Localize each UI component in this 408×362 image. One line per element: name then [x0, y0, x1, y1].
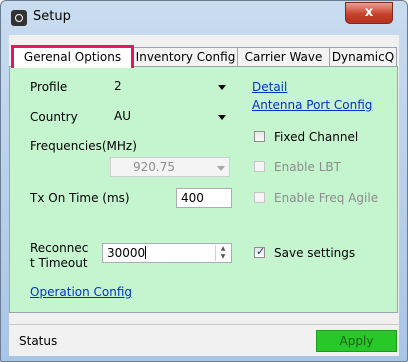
reconnect-timeout-label-line1: Reconnec [30, 241, 89, 255]
chevron-down-icon [218, 85, 226, 90]
client-area: Gerenal Options Inventory Config Carrier… [9, 35, 399, 356]
text-caret [145, 246, 147, 259]
title-bar[interactable]: Setup x [1, 1, 407, 35]
checkbox-box[interactable] [254, 131, 265, 142]
checkbox-box[interactable]: ✓ [254, 245, 266, 258]
tx-on-time-label: Tx On Time (ms) [30, 191, 130, 205]
spin-up-icon[interactable]: ▲ [216, 245, 230, 253]
tab-carrier-wave[interactable]: Carrier Wave [237, 47, 330, 67]
close-button[interactable]: x [345, 2, 393, 24]
window-title: Setup [33, 9, 71, 24]
profile-label: Profile [30, 80, 68, 94]
tab-strip: Gerenal Options Inventory Config Carrier… [9, 45, 399, 68]
spin-buttons[interactable]: ▲ ▼ [215, 245, 230, 261]
chevron-down-icon [218, 115, 226, 120]
tab-dynamicq[interactable]: DynamicQ [329, 47, 397, 67]
frequency-select: 920.75 [110, 157, 230, 177]
country-label: Country [30, 110, 78, 124]
status-bar: Status Apply [9, 324, 399, 356]
antenna-port-config-link[interactable]: Antenna Port Config [252, 98, 372, 112]
status-text: Status [19, 334, 58, 348]
tx-on-time-input[interactable]: 400 [176, 188, 232, 208]
app-icon [11, 10, 27, 26]
operation-config-link[interactable]: Operation Config [30, 285, 132, 299]
frequencies-label: Frequencies(MHz) [30, 139, 137, 153]
chevron-down-icon [217, 166, 225, 171]
reconnect-timeout-label-line2: t Timeout [30, 256, 88, 270]
checkbox-box [254, 192, 265, 203]
profile-select[interactable]: 2 [110, 77, 230, 97]
checkbox-box [254, 161, 265, 172]
tab-inventory-config[interactable]: Inventory Config [133, 47, 238, 67]
spin-down-icon[interactable]: ▼ [216, 253, 230, 261]
general-options-panel: Profile 2 Country AU Frequencies(MHz) 92… [9, 66, 398, 313]
apply-button[interactable]: Apply [316, 330, 397, 352]
setup-window: Setup x Gerenal Options Inventory Config… [0, 0, 408, 362]
reconnect-timeout-stepper[interactable]: 30000 ▲ ▼ [102, 243, 232, 263]
detail-link[interactable]: Detail [252, 80, 287, 94]
checkmark-icon: ✓ [256, 245, 266, 258]
tab-general-options[interactable]: Gerenal Options [11, 45, 134, 68]
country-select[interactable]: AU [110, 107, 230, 127]
